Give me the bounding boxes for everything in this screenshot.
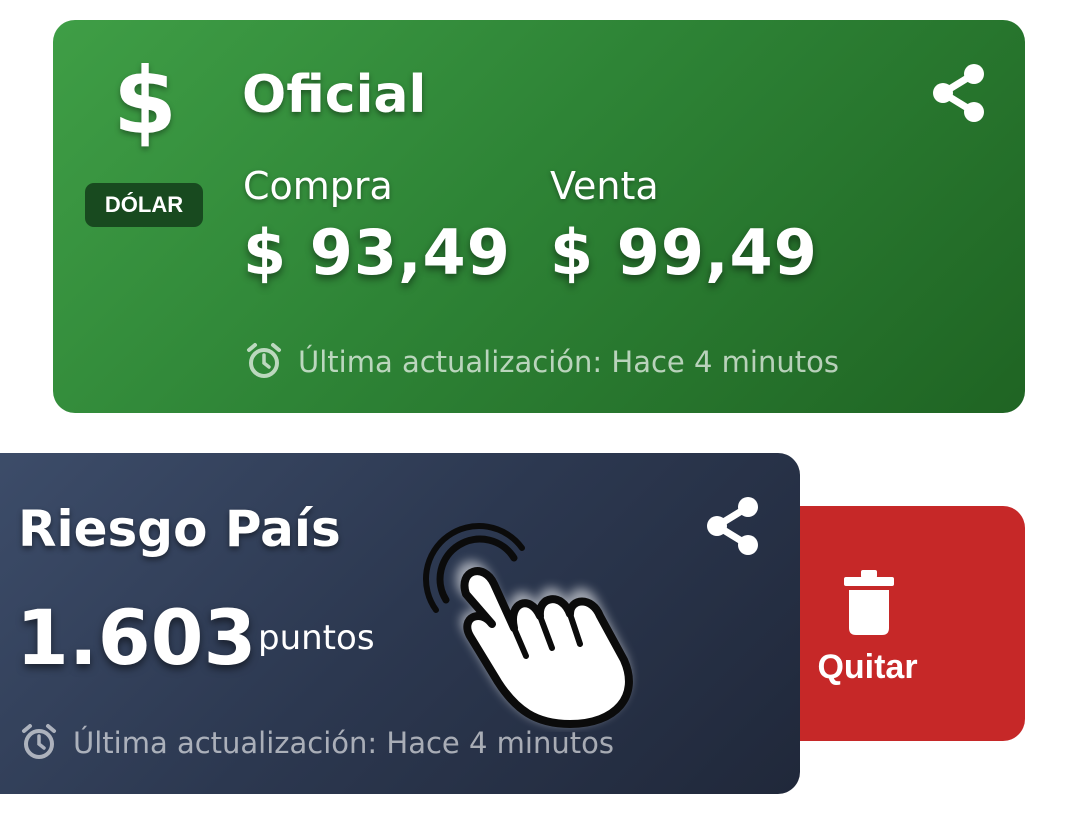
remove-label: Quitar <box>817 648 918 686</box>
trash-icon <box>844 570 894 635</box>
venta-value: $ 99,49 <box>550 216 818 289</box>
alarm-clock-icon <box>22 724 56 759</box>
last-updated-text: Última actualización: Hace 4 minutos <box>298 345 839 379</box>
compra-label: Compra <box>243 164 393 208</box>
tap-hand-icon <box>423 523 633 728</box>
dollar-sign-icon: $ <box>113 48 178 155</box>
riesgo-value: 1.603 <box>16 593 257 682</box>
share-icon[interactable] <box>704 495 762 557</box>
alarm-clock-icon <box>247 343 281 378</box>
riesgo-unit: puntos <box>258 618 375 658</box>
compra-value: $ 93,49 <box>243 216 511 289</box>
card-title: Oficial <box>242 65 427 125</box>
currency-badge: DÓLAR <box>85 183 203 227</box>
venta-label: Venta <box>550 164 659 208</box>
card-title: Riesgo País <box>18 500 341 558</box>
share-icon[interactable] <box>930 62 988 124</box>
